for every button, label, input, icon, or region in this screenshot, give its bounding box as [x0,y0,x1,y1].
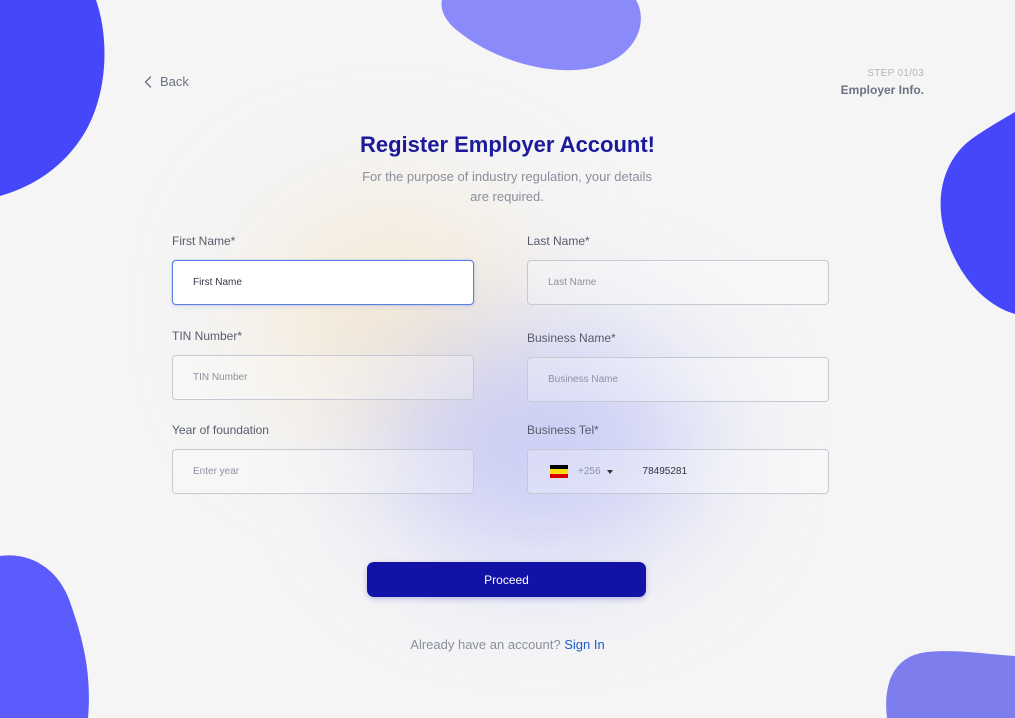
phone-input-group: +256 [527,449,829,494]
step-name: Employer Info. [840,83,924,97]
business-tel-input[interactable] [642,466,763,477]
signin-link[interactable]: Sign In [564,637,604,652]
signin-prompt: Already have an account? [410,637,565,652]
uganda-flag-icon [550,465,568,478]
top-center-blob [441,0,641,71]
chevron-left-icon [144,75,152,88]
step-indicator: STEP 01/03 Employer Info. [841,68,924,97]
first-name-label: First Name* [172,234,236,248]
bottom-right-blob [886,651,1015,718]
last-name-label: Last Name* [527,234,590,248]
first-name-field: First Name* [172,234,474,305]
proceed-button[interactable]: Proceed [367,562,646,597]
last-name-field: Last Name* [527,234,829,305]
back-label: Back [160,74,189,89]
first-name-input[interactable] [172,260,474,305]
back-button[interactable]: Back [144,74,189,89]
register-page: Back STEP 01/03 Employer Info. Register … [0,0,1015,718]
country-code[interactable]: +256 [578,466,601,477]
business-name-input[interactable] [527,357,829,402]
business-name-label: Business Name* [527,331,616,345]
tin-number-input[interactable] [172,355,474,400]
tin-number-field: TIN Number* [172,329,474,400]
year-of-foundation-input[interactable] [172,449,474,494]
bottom-left-blob [0,555,89,718]
business-tel-label: Business Tel* [527,423,599,437]
year-of-foundation-label: Year of foundation [172,423,269,437]
caret-down-icon[interactable] [606,469,613,474]
tin-number-label: TIN Number* [172,329,243,343]
signin-row: Already have an account? Sign In [0,637,1015,652]
top-left-blob [0,0,105,196]
business-name-field: Business Name* [527,331,829,402]
page-title: Register Employer Account! [359,132,656,157]
last-name-input[interactable] [527,260,829,305]
page-subtitle: For the purpose of industry regulation, … [362,169,652,204]
business-tel-field: Business Tel* +256 [527,423,829,494]
year-of-foundation-field: Year of foundation [172,423,474,494]
step-count: STEP 01/03 [867,68,924,79]
